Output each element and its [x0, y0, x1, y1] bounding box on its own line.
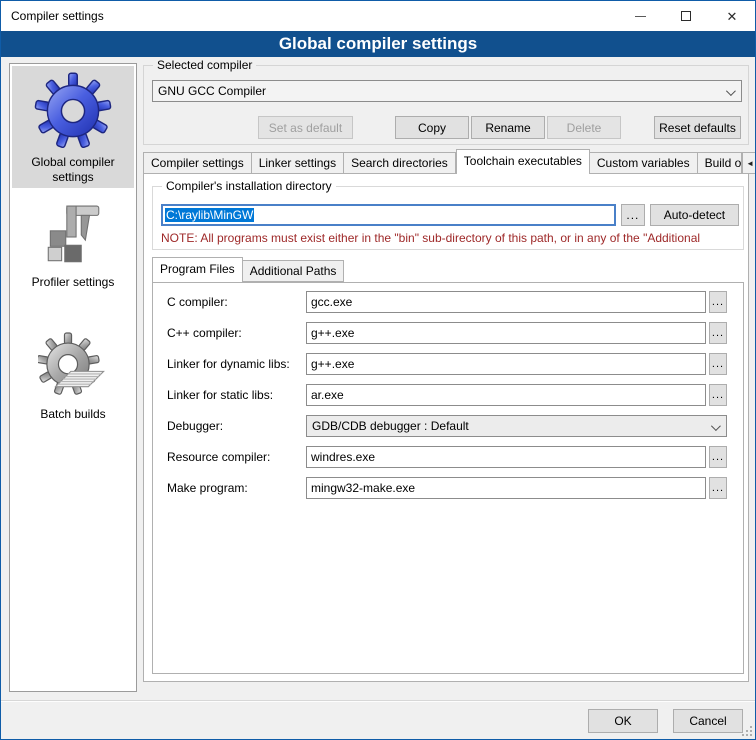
sidebar-item-label: Profiler settings — [28, 275, 119, 290]
bin-subdirectory-note: NOTE: All programs must exist either in … — [161, 231, 741, 245]
debugger-value: GDB/CDB debugger : Default — [312, 419, 469, 433]
make-program-input[interactable] — [306, 477, 706, 499]
resize-grip[interactable] — [740, 724, 752, 736]
program-files-panel: C compiler:...C++ compiler:...Linker for… — [152, 282, 744, 674]
c-compiler-label: C compiler: — [167, 295, 306, 309]
auto-detect-button[interactable]: Auto-detect — [650, 204, 739, 226]
linker-for-static-libs-input[interactable] — [306, 384, 706, 406]
tab-linker-settings[interactable]: Linker settings — [252, 152, 344, 174]
field-row-linker-for-static-libs: Linker for static libs:... — [167, 384, 743, 406]
tab-toolchain-executables[interactable]: Toolchain executables — [456, 149, 590, 174]
c-compiler-label: C++ compiler: — [167, 326, 306, 340]
selected-compiler-value: GNU GCC Compiler — [158, 84, 266, 98]
field-row-resource-compiler: Resource compiler:... — [167, 446, 743, 468]
selected-compiler-combobox[interactable]: GNU GCC Compiler — [152, 80, 742, 102]
minimize-button[interactable] — [617, 1, 663, 31]
delete-button: Delete — [547, 116, 621, 139]
debugger-label: Debugger: — [167, 419, 306, 433]
field-row-linker-for-dynamic-libs: Linker for dynamic libs:... — [167, 353, 743, 375]
linker-for-dynamic-libs-input[interactable] — [306, 353, 706, 375]
field-row-c-compiler: C++ compiler:... — [167, 322, 743, 344]
linker-for-static-libs-browse-button[interactable]: ... — [709, 384, 727, 406]
sidebar-item-label: Global compiler settings — [12, 155, 134, 185]
field-row-make-program: Make program:... — [167, 477, 743, 499]
set-as-default-button: Set as default — [258, 116, 353, 139]
copy-button[interactable]: Copy — [395, 116, 469, 139]
install-dir-selected-text: C:\raylib\MinGW — [165, 208, 254, 222]
selected-compiler-group-label: Selected compiler — [153, 58, 256, 72]
installation-directory-row: C:\raylib\MinGW ... Auto-detect — [161, 204, 739, 226]
bottom-divider — [1, 700, 756, 702]
c-compiler-input[interactable] — [306, 322, 706, 344]
window-title: Compiler settings — [11, 9, 104, 23]
dialog-header: Global compiler settings — [1, 31, 755, 57]
tab-build-options[interactable]: Build options — [698, 152, 742, 174]
linker-for-static-libs-label: Linker for static libs: — [167, 388, 306, 402]
installation-directory-group: Compiler's installation directory C:\ray… — [152, 186, 744, 250]
minimize-icon — [635, 16, 646, 17]
tab-custom-variables[interactable]: Custom variables — [590, 152, 698, 174]
make-program-browse-button[interactable]: ... — [709, 477, 727, 499]
sidebar-item-label: Batch builds — [36, 407, 109, 422]
gear-stack-icon — [38, 332, 108, 405]
caliper-icon — [40, 204, 106, 273]
close-icon: ✕ — [727, 10, 738, 23]
toolchain-executables-page: Compiler's installation directory C:\ray… — [143, 173, 749, 682]
rename-button[interactable]: Rename — [471, 116, 545, 139]
c-compiler-input[interactable] — [306, 291, 706, 313]
cancel-button[interactable]: Cancel — [673, 709, 743, 733]
tab-program-files[interactable]: Program Files — [152, 257, 243, 282]
resize-grip-dots — [750, 734, 752, 736]
tab-additional-paths[interactable]: Additional Paths — [243, 260, 345, 282]
debugger-combobox[interactable]: GDB/CDB debugger : Default — [306, 415, 727, 437]
c-compiler-browse-button[interactable]: ... — [709, 291, 727, 313]
maximize-button[interactable] — [663, 1, 709, 31]
main-tab-strip: Compiler settingsLinker settingsSearch d… — [143, 151, 751, 174]
arrow-left-icon: ◄ — [746, 159, 754, 168]
resource-compiler-label: Resource compiler: — [167, 450, 306, 464]
sidebar-item-global-compiler-settings[interactable]: Global compiler settings — [12, 66, 134, 188]
linker-for-dynamic-libs-label: Linker for dynamic libs: — [167, 357, 306, 371]
caption-buttons: ✕ — [617, 1, 755, 31]
linker-for-dynamic-libs-browse-button[interactable]: ... — [709, 353, 727, 375]
chevron-down-icon — [711, 421, 721, 431]
close-button[interactable]: ✕ — [709, 1, 755, 31]
tab-compiler-settings[interactable]: Compiler settings — [143, 152, 252, 174]
tab-scroll-left-button[interactable]: ◄ — [742, 152, 756, 174]
field-row-c-compiler: C compiler:... — [167, 291, 743, 313]
resource-compiler-browse-button[interactable]: ... — [709, 446, 727, 468]
titlebar: Compiler settings ✕ — [1, 1, 755, 31]
make-program-label: Make program: — [167, 481, 306, 495]
sidebar-item-profiler-settings[interactable]: Profiler settings — [12, 198, 134, 300]
resource-compiler-input[interactable] — [306, 446, 706, 468]
maximize-icon — [681, 11, 691, 21]
install-dir-browse-button[interactable]: ... — [621, 204, 645, 226]
program-files-tab-strip: Program Files Additional Paths — [152, 260, 344, 282]
chevron-down-icon — [726, 86, 736, 96]
reset-defaults-button[interactable]: Reset defaults — [654, 116, 741, 139]
settings-category-list: Global compiler settings Profiler setting… — [9, 63, 137, 692]
tab-scroll-arrows: ◄ ► — [742, 152, 756, 174]
tab-search-directories[interactable]: Search directories — [344, 152, 456, 174]
sidebar-item-batch-builds[interactable]: Batch builds — [12, 326, 134, 428]
gear-blue-icon — [34, 72, 112, 153]
c-compiler-browse-button[interactable]: ... — [709, 322, 727, 344]
selected-compiler-group: Selected compiler GNU GCC Compiler Set a… — [143, 65, 749, 145]
installation-directory-group-label: Compiler's installation directory — [162, 179, 336, 193]
install-dir-input[interactable]: C:\raylib\MinGW — [161, 204, 616, 226]
field-row-debugger: Debugger: GDB/CDB debugger : Default — [167, 415, 743, 437]
ok-button[interactable]: OK — [588, 709, 658, 733]
compiler-settings-window: Compiler settings ✕ Global compiler sett… — [0, 0, 756, 740]
